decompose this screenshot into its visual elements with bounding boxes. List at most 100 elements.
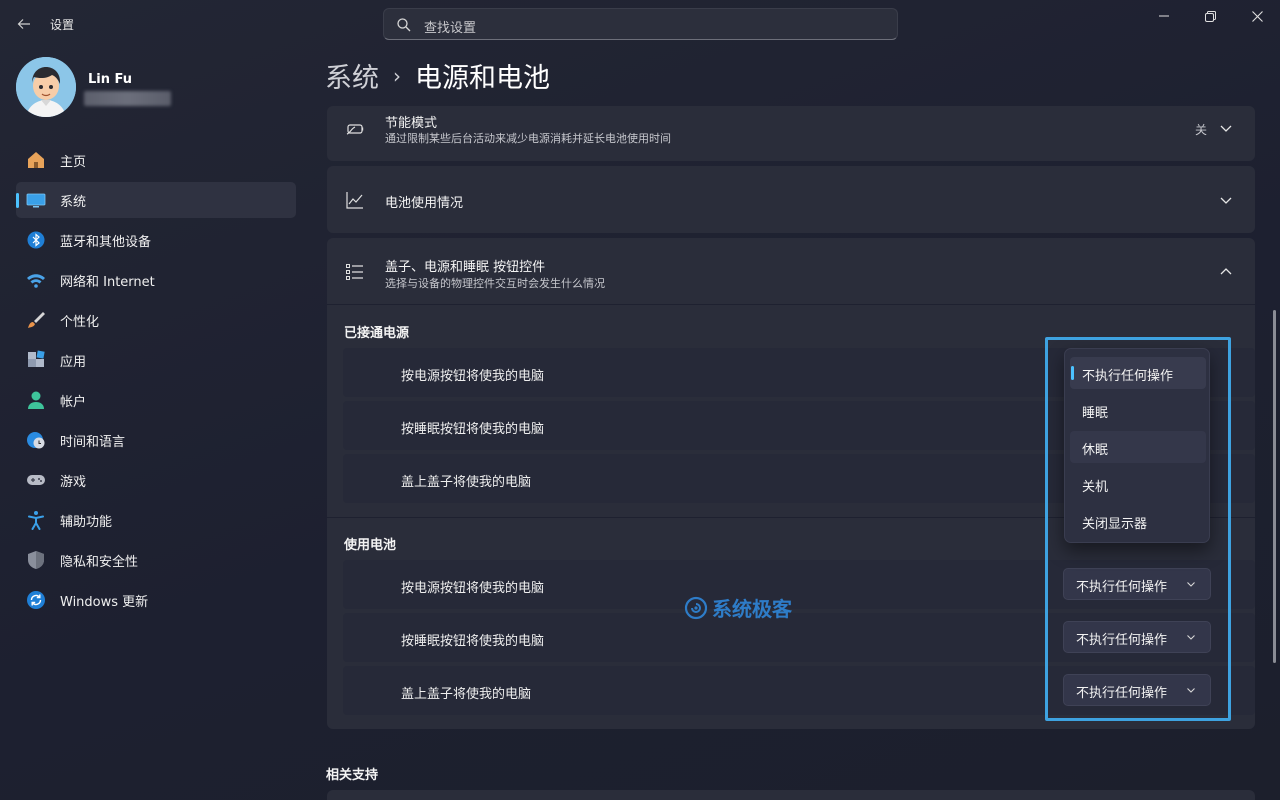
- page-title: 电源和电池: [415, 63, 550, 94]
- sidebar-item-system[interactable]: 系统: [16, 182, 296, 218]
- shield-icon: [28, 551, 44, 569]
- sidebar-item-windows-update[interactable]: Windows 更新: [16, 582, 296, 618]
- breadcrumb-separator: ›: [393, 63, 401, 88]
- sidebar-item-label: 游戏: [60, 474, 87, 490]
- sidebar-item-label: 帐户: [60, 394, 87, 410]
- chevron-down-icon: [1187, 688, 1195, 693]
- menu-item-hibernate[interactable]: 休眠: [1070, 431, 1206, 463]
- sidebar-item-label: 时间和语言: [60, 434, 126, 450]
- battery-usage-card[interactable]: 电池使用情况: [327, 166, 1255, 233]
- breadcrumb: 系统 › 电源和电池: [325, 56, 550, 95]
- menu-item-turn-off-display[interactable]: 关闭显示器: [1070, 505, 1206, 537]
- energy-saver-icon: [346, 124, 364, 135]
- bluetooth-icon: [27, 231, 45, 249]
- menu-item-label: 关机: [1082, 480, 1109, 495]
- restore-button[interactable]: [1187, 0, 1233, 32]
- row-label: 盖上盖子将使我的电脑: [401, 687, 532, 702]
- sidebar-item-bluetooth[interactable]: 蓝牙和其他设备: [16, 222, 296, 258]
- watermark-text: 系统极客: [712, 597, 792, 621]
- energy-saver-value: 关: [1194, 123, 1207, 137]
- dropdown-value: 不执行任何操作: [1076, 580, 1168, 595]
- avatar[interactable]: [16, 57, 76, 117]
- sidebar-item-label: 应用: [60, 354, 87, 370]
- dropdown-value: 不执行任何操作: [1076, 686, 1168, 701]
- accessibility-icon: [28, 511, 44, 530]
- row-label: 按睡眠按钮将使我的电脑: [401, 634, 545, 649]
- chevron-down-icon: [1220, 125, 1232, 132]
- back-arrow-icon: [17, 19, 30, 29]
- sidebar-item-label: 网络和 Internet: [60, 274, 155, 290]
- sidebar-item-label: 个性化: [60, 314, 100, 330]
- chevron-down-icon: [1187, 582, 1195, 587]
- brush-icon: [28, 312, 45, 328]
- lid-power-buttons-title: 盖子、电源和睡眠 按钮控件: [385, 260, 546, 275]
- sidebar-item-personalization[interactable]: 个性化: [16, 302, 296, 338]
- lid-power-buttons-header[interactable]: 盖子、电源和睡眠 按钮控件 选择与设备的物理控件交互时会发生什么情况: [327, 238, 1255, 305]
- energy-saver-subtitle: 通过限制某些后台活动来减少电源消耗并延长电池使用时间: [385, 132, 671, 145]
- dropdown-menu: 不执行任何操作 睡眠 休眠 关机 关闭显示器: [1064, 348, 1210, 543]
- close-button[interactable]: [1234, 0, 1280, 32]
- close-icon: [1251, 10, 1263, 22]
- chevron-down-icon: [1220, 197, 1232, 204]
- battery-lid-dropdown[interactable]: 不执行任何操作: [1063, 674, 1211, 706]
- battery-power-button-dropdown[interactable]: 不执行任何操作: [1063, 568, 1211, 600]
- energy-saver-card[interactable]: 节能模式 通过限制某些后台活动来减少电源消耗并延长电池使用时间 关: [327, 106, 1255, 161]
- menu-item-do-nothing[interactable]: 不执行任何操作: [1070, 357, 1206, 389]
- battery-sleep-button-dropdown[interactable]: 不执行任何操作: [1063, 621, 1211, 653]
- line-chart-icon: [346, 192, 363, 209]
- battery-sleep-button-row: 按睡眠按钮将使我的电脑 不执行任何操作: [343, 613, 1255, 662]
- menu-item-sleep[interactable]: 睡眠: [1070, 394, 1206, 426]
- related-support-label: 相关支持: [326, 768, 379, 783]
- list-icon: [346, 264, 363, 280]
- title-bar: 设置 查找设置: [0, 0, 1280, 48]
- row-label: 按睡眠按钮将使我的电脑: [401, 422, 545, 437]
- avatar-image: [16, 57, 76, 117]
- system-display-icon: [26, 193, 46, 208]
- sidebar-item-gaming[interactable]: 游戏: [16, 462, 296, 498]
- battery-power-button-row: 按电源按钮将使我的电脑 不执行任何操作: [343, 560, 1255, 609]
- sidebar-item-privacy[interactable]: 隐私和安全性: [16, 542, 296, 578]
- time-language-icon: [27, 432, 45, 449]
- energy-saver-title: 节能模式: [385, 116, 438, 131]
- sidebar-item-label: 蓝牙和其他设备: [60, 234, 152, 250]
- on-battery-label: 使用电池: [344, 538, 397, 553]
- sidebar-item-time-language[interactable]: 时间和语言: [16, 422, 296, 458]
- profile-name: Lin Fu: [88, 72, 133, 87]
- row-label: 按电源按钮将使我的电脑: [401, 581, 545, 596]
- breadcrumb-parent-link[interactable]: 系统: [325, 56, 379, 95]
- sidebar-item-label: 主页: [60, 154, 87, 170]
- back-button[interactable]: [12, 10, 36, 38]
- search-box[interactable]: 查找设置: [383, 8, 898, 40]
- dropdown-value: 不执行任何操作: [1076, 633, 1168, 648]
- chevron-down-icon: [1187, 635, 1195, 640]
- row-label: 盖上盖子将使我的电脑: [401, 475, 532, 490]
- search-icon: [397, 18, 411, 32]
- profile-email-redacted: [84, 91, 171, 106]
- lid-power-buttons-subtitle: 选择与设备的物理控件交互时会发生什么情况: [385, 277, 605, 290]
- watermark: 系统极客: [684, 593, 792, 622]
- sidebar-item-home[interactable]: 主页: [16, 142, 296, 178]
- gamepad-icon: [27, 475, 45, 485]
- wifi-icon: [27, 274, 45, 288]
- sidebar-item-label: 系统: [60, 194, 87, 210]
- minimize-button[interactable]: [1141, 0, 1187, 32]
- menu-item-label: 休眠: [1082, 443, 1109, 458]
- related-support-card[interactable]: [327, 790, 1255, 800]
- scrollbar-thumb[interactable]: [1273, 310, 1276, 663]
- sidebar-item-label: 辅助功能: [60, 514, 113, 530]
- sidebar-item-accessibility[interactable]: 辅助功能: [16, 502, 296, 538]
- home-icon: [28, 152, 44, 168]
- apps-icon: [28, 350, 45, 367]
- update-icon: [27, 591, 45, 609]
- minimize-icon: [1159, 15, 1169, 17]
- menu-item-label: 不执行任何操作: [1082, 369, 1174, 384]
- sidebar-item-apps[interactable]: 应用: [16, 342, 296, 378]
- battery-lid-row: 盖上盖子将使我的电脑 不执行任何操作: [343, 666, 1255, 715]
- search-placeholder: 查找设置: [424, 21, 477, 36]
- sidebar-item-network[interactable]: 网络和 Internet: [16, 262, 296, 298]
- restore-icon: [1204, 10, 1216, 22]
- menu-item-shutdown[interactable]: 关机: [1070, 468, 1206, 500]
- sidebar-item-label: 隐私和安全性: [60, 554, 139, 570]
- menu-item-label: 睡眠: [1082, 406, 1109, 421]
- sidebar-item-accounts[interactable]: 帐户: [16, 382, 296, 418]
